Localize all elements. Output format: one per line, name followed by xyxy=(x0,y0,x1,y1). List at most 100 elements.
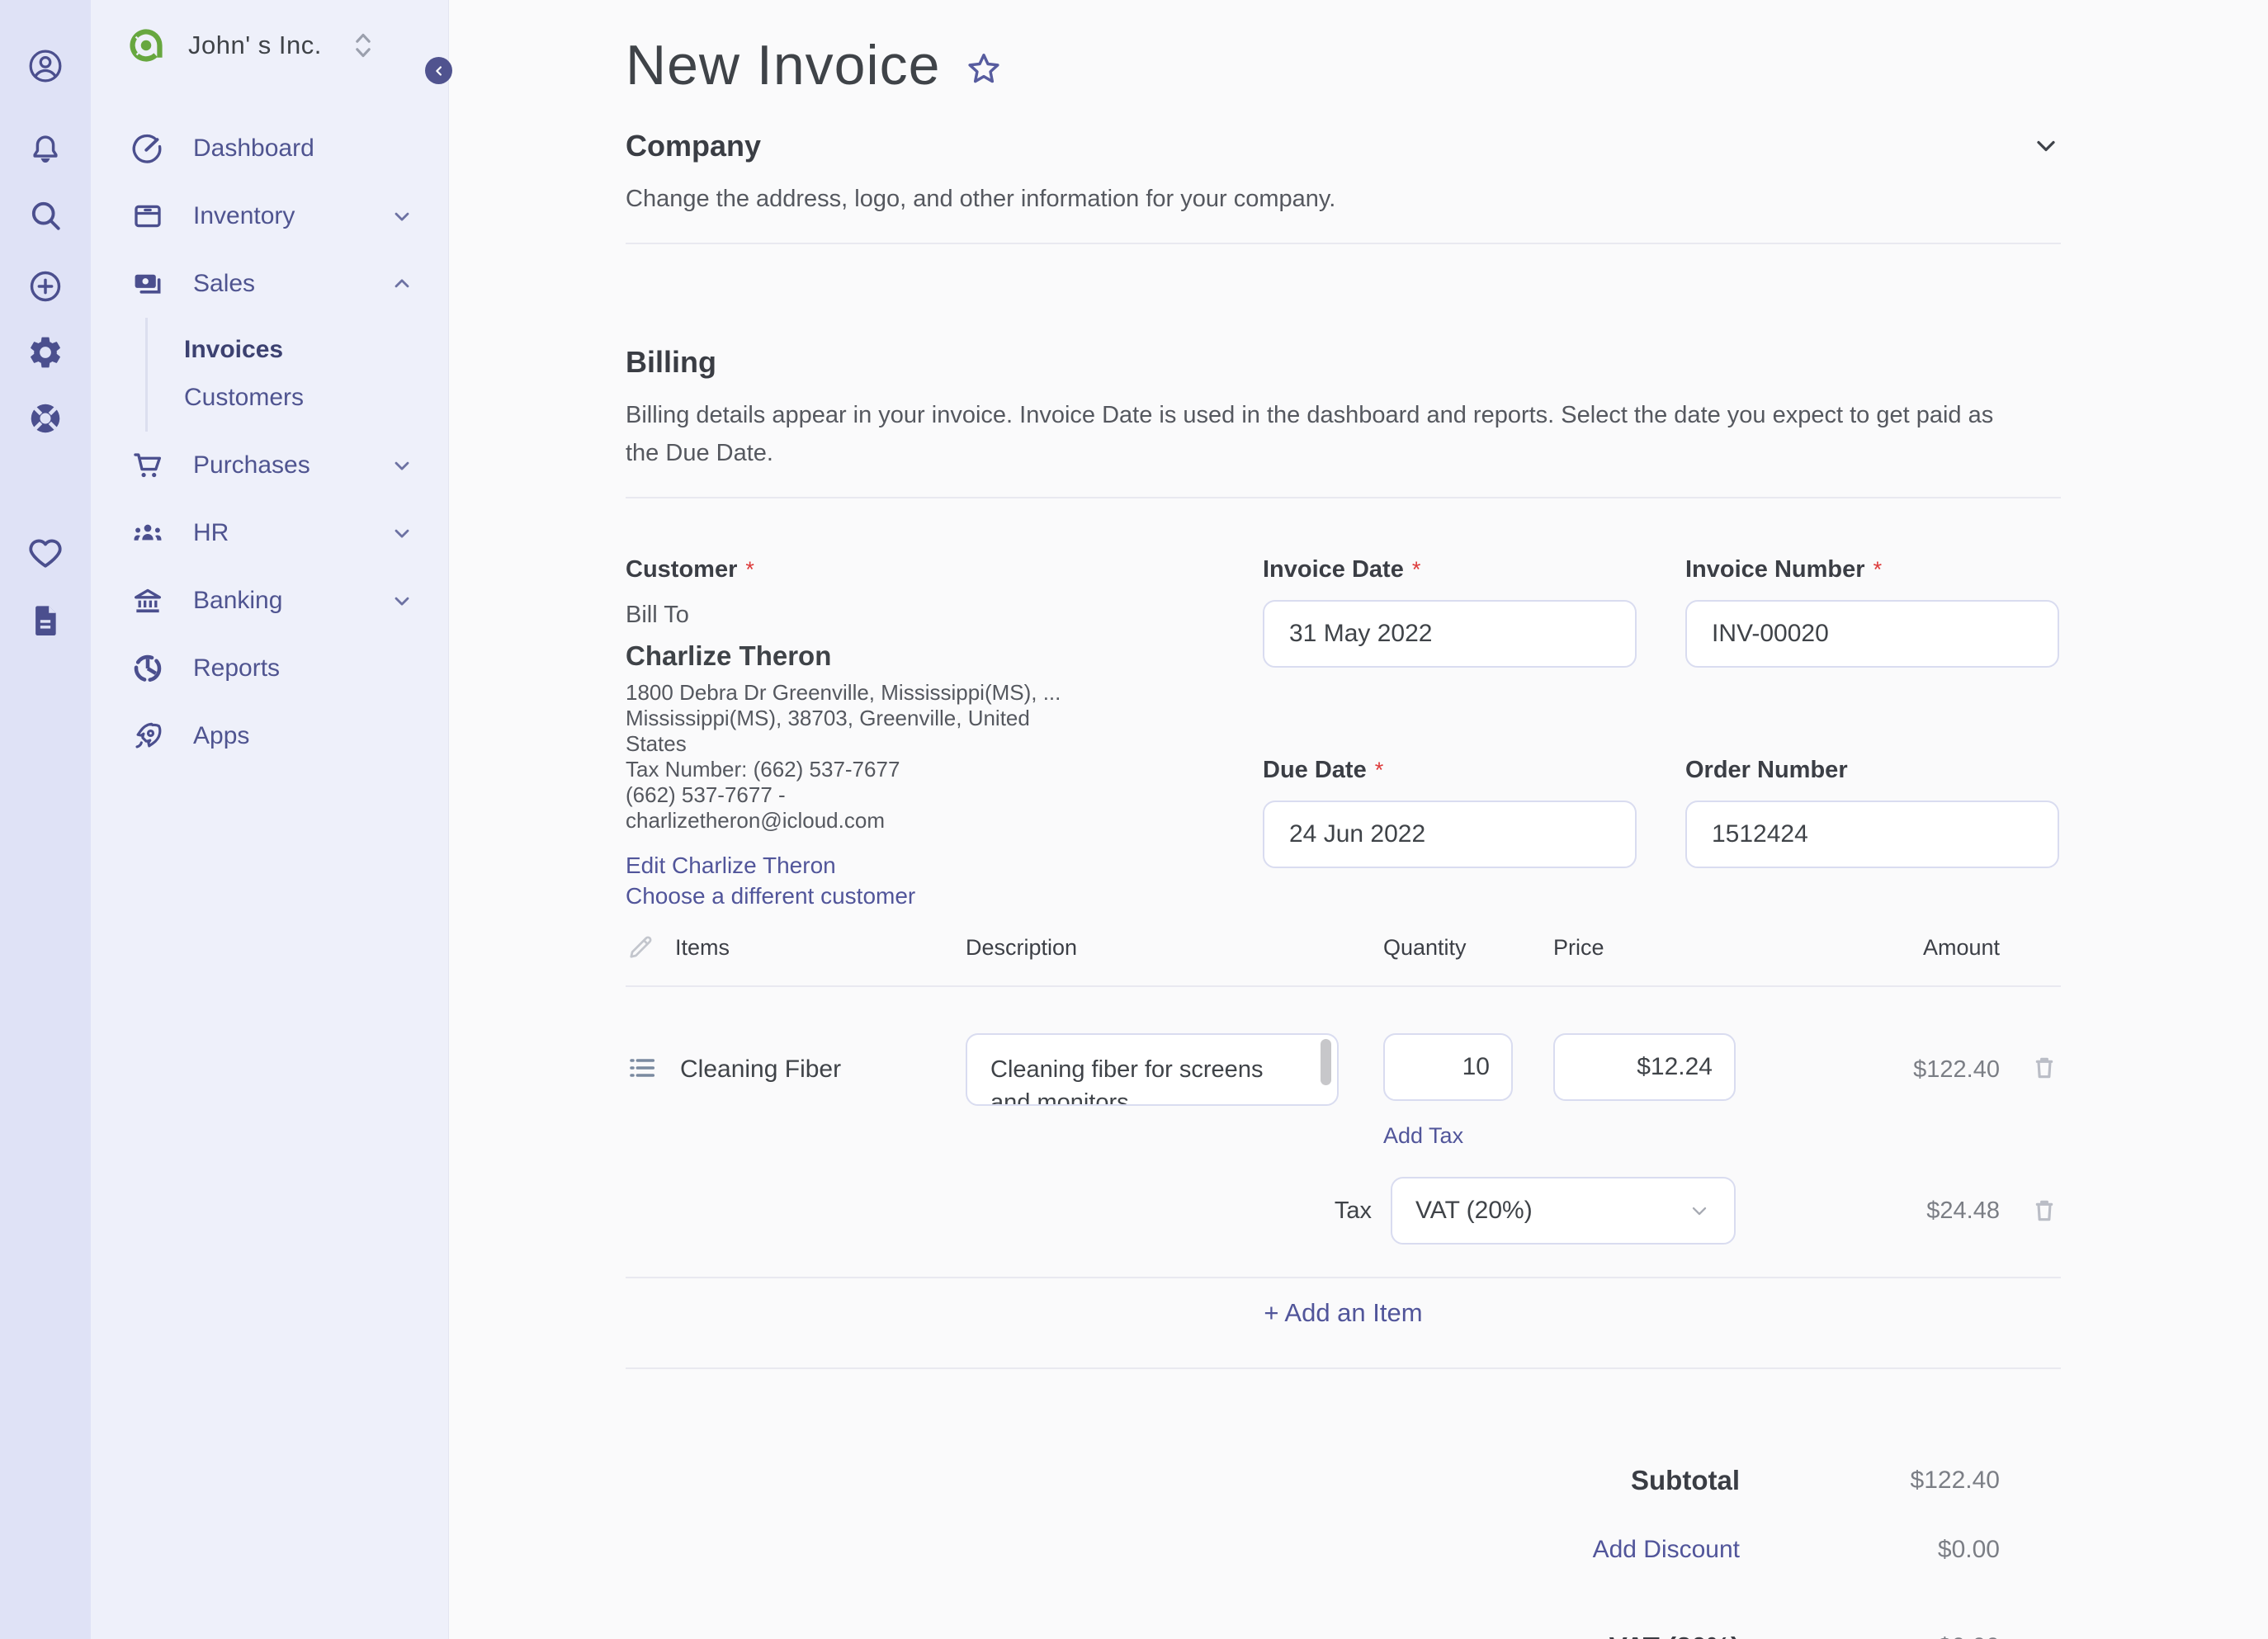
tax-select[interactable]: VAT (20%) xyxy=(1391,1177,1736,1245)
divider xyxy=(626,497,2061,498)
delete-item-trash-icon[interactable] xyxy=(2028,1051,2061,1084)
textarea-scrollbar-thumb[interactable] xyxy=(1321,1039,1331,1085)
invoice-number-input[interactable] xyxy=(1685,600,2059,668)
customer-tax-number: Tax Number: (662) 537-7677 xyxy=(626,757,900,782)
profile-icon[interactable] xyxy=(26,47,64,85)
drag-handle-icon[interactable] xyxy=(626,1051,659,1084)
customer-block: Customer * Bill To Charlize Theron 1800 D… xyxy=(626,556,1263,911)
subtotal-row: Subtotal $122.40 xyxy=(626,1465,2061,1496)
item-quantity-input[interactable] xyxy=(1383,1033,1513,1101)
customer-details: 1800 Debra Dr Greenville, Mississippi(MS… xyxy=(626,680,1263,834)
invoice-date-label: Invoice Date xyxy=(1263,556,1404,583)
required-marker: * xyxy=(1374,758,1384,782)
company-collapse-chevron-icon[interactable] xyxy=(2031,131,2061,161)
customer-email: charlizetheron@icloud.com xyxy=(626,808,885,833)
hr-people-icon xyxy=(130,516,165,550)
add-tax-link[interactable]: Add Tax xyxy=(1383,1123,1463,1149)
billing-section-description: Billing details appear in your invoice. … xyxy=(626,402,1994,466)
subtotal-label: Subtotal xyxy=(1631,1465,1740,1495)
quantity-column-header: Quantity xyxy=(1383,934,1467,960)
order-number-field: Order Number xyxy=(1685,757,2059,911)
company-section-description: Change the address, logo, and other info… xyxy=(626,186,1336,212)
due-date-input[interactable] xyxy=(1263,801,1637,868)
totals-section: Subtotal $122.40 Add Discount $0.00 VAT … xyxy=(626,1465,2061,1639)
sidebar-item-label: Sales xyxy=(193,270,256,297)
settings-gear-icon[interactable] xyxy=(26,333,64,371)
item-price-input[interactable] xyxy=(1553,1033,1736,1101)
amount-column-header: Amount xyxy=(1922,934,2000,960)
description-column-header: Description xyxy=(966,934,1078,960)
choose-different-customer-link[interactable]: Choose a different customer xyxy=(626,881,1263,911)
sidebar-item-invoices[interactable]: Invoices xyxy=(148,326,448,374)
sidebar-nav: Dashboard Inventory Sales Invoices Custo… xyxy=(91,115,448,770)
chevron-down-icon xyxy=(390,205,413,228)
chevron-down-icon xyxy=(1688,1199,1711,1222)
reports-pie-chart-icon xyxy=(130,651,165,686)
sidebar-item-banking[interactable]: Banking xyxy=(91,567,448,635)
sidebar-collapse-button[interactable] xyxy=(425,57,452,84)
invoice-number-label: Invoice Number xyxy=(1685,556,1865,583)
company-section: Company Change the address, logo, and ot… xyxy=(626,129,2061,244)
sidebar-item-label: Invoices xyxy=(184,336,284,363)
chevron-down-icon xyxy=(390,589,413,612)
sidebar-item-dashboard[interactable]: Dashboard xyxy=(91,115,448,182)
apps-rocket-icon xyxy=(130,719,165,753)
edit-customer-link[interactable]: Edit Charlize Theron xyxy=(626,850,1263,881)
divider xyxy=(626,1367,2061,1369)
required-marker: * xyxy=(1873,557,1883,582)
company-switcher[interactable]: John' s Inc. xyxy=(91,0,448,91)
sidebar-item-reports[interactable]: Reports xyxy=(91,635,448,702)
create-plus-icon[interactable] xyxy=(26,267,64,305)
search-icon[interactable] xyxy=(26,196,64,234)
company-logo-icon xyxy=(125,25,167,66)
sidebar-item-label: Reports xyxy=(193,654,281,682)
item-row: Cleaning Fiber Cleaning fiber for screen… xyxy=(626,1033,2061,1110)
tax-amount: $24.48 xyxy=(1926,1197,2000,1224)
billing-section-title: Billing xyxy=(626,345,716,379)
sidebar-item-hr[interactable]: HR xyxy=(91,499,448,567)
required-marker: * xyxy=(745,557,754,582)
sidebar-item-label: Dashboard xyxy=(193,135,314,162)
add-item-button[interactable]: + Add an Item xyxy=(1264,1298,1422,1328)
customer-address-line: Mississippi(MS), 38703, Greenville, Unit… xyxy=(626,706,1030,730)
chevron-down-icon xyxy=(390,454,413,477)
discount-value: $0.00 xyxy=(1937,1536,2000,1563)
order-number-input[interactable] xyxy=(1685,801,2059,868)
support-lifebuoy-icon[interactable] xyxy=(26,399,64,437)
sidebar-item-apps[interactable]: Apps xyxy=(91,702,448,770)
favorites-heart-icon[interactable] xyxy=(26,534,64,572)
item-description-input[interactable]: Cleaning fiber for screens and monitors xyxy=(966,1033,1339,1106)
sidebar-item-label: Inventory xyxy=(193,202,295,229)
sidebar-item-inventory[interactable]: Inventory xyxy=(91,182,448,250)
sidebar: John' s Inc. Dashboard Inventory Sales I… xyxy=(91,0,452,1639)
delete-tax-trash-icon[interactable] xyxy=(2028,1194,2061,1227)
icon-rail xyxy=(0,0,91,1639)
sidebar-item-sales[interactable]: Sales xyxy=(91,250,448,318)
notifications-bell-icon[interactable] xyxy=(26,130,64,168)
company-section-title: Company xyxy=(626,129,762,163)
customer-address-line: States xyxy=(626,731,687,756)
tax-select-value: VAT (20%) xyxy=(1415,1197,1533,1224)
sidebar-item-purchases[interactable]: Purchases xyxy=(91,432,448,499)
dashboard-gauge-icon xyxy=(130,131,165,166)
item-amount: $122.40 xyxy=(1913,1056,2000,1083)
divider xyxy=(626,243,2061,244)
customer-phone: (662) 537-7677 - xyxy=(626,782,786,807)
company-switch-chevrons-icon[interactable] xyxy=(351,31,376,60)
sidebar-item-customers[interactable]: Customers xyxy=(148,374,448,422)
discount-row: Add Discount $0.00 xyxy=(626,1536,2061,1564)
page-title: New Invoice xyxy=(626,34,941,97)
documents-icon[interactable] xyxy=(26,602,64,640)
add-discount-link[interactable]: Add Discount xyxy=(1593,1536,1740,1564)
company-name: John' s Inc. xyxy=(188,31,322,59)
invoice-date-input[interactable] xyxy=(1263,600,1637,668)
purchases-cart-icon xyxy=(130,448,165,483)
customer-address-line: 1800 Debra Dr Greenville, Mississippi(MS… xyxy=(626,680,1061,705)
due-date-field: Due Date * xyxy=(1263,757,1637,911)
invoice-fields: Invoice Date* Invoice Number* Due Date* … xyxy=(1263,556,2059,911)
vat-value: $0.00 xyxy=(1740,1633,2000,1639)
sales-money-icon xyxy=(130,267,165,301)
due-date-label: Due Date xyxy=(1263,757,1367,783)
banking-bank-icon xyxy=(130,583,165,618)
favorite-star-icon[interactable] xyxy=(965,50,1003,88)
